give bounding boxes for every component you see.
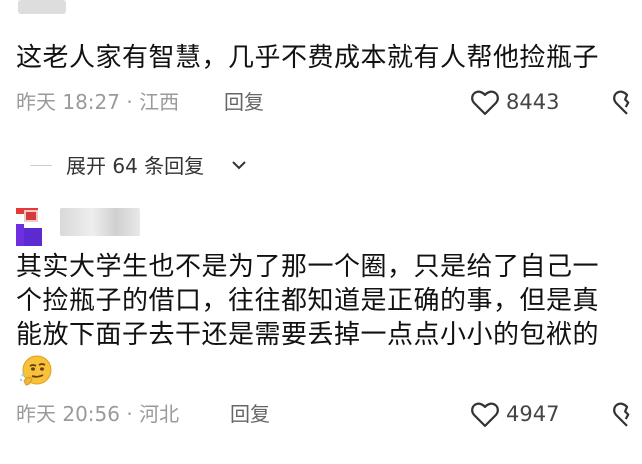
chevron-down-icon[interactable] [230,157,248,171]
dislike-broken-heart-icon[interactable] [612,400,642,428]
reply-button[interactable]: 回复 [224,90,264,114]
like-heart-icon[interactable] [470,88,500,116]
dislike-broken-heart-icon[interactable] [612,88,642,116]
thinking-emoji-icon [18,353,54,389]
reply-button[interactable]: 回复 [230,402,270,426]
comment-meta: 昨天 20:56 · 河北 [16,402,180,426]
like-heart-icon[interactable] [470,400,500,428]
blurred-username [60,208,140,236]
comment-text: 这老人家有智慧，几乎不费成本就有人帮他捡瓶子 [16,43,600,73]
comment-text-line: 个捡瓶子的借口，往往都知道是正确的事，但是真 [16,286,600,316]
comment-text-line: 能放下面子去干还是需要丢掉一点点小小的包袱的 [16,320,600,350]
like-count: 4947 [506,402,560,426]
comment-text-line: 其实大学生也不是为了那一个圈，只是给了自己一 [16,252,600,282]
expand-replies-button[interactable]: 展开 64 条回复 [66,154,204,178]
blurred-username-top [18,0,66,14]
comment-meta: 昨天 18:27 · 江西 [16,90,180,114]
avatar[interactable] [16,206,46,246]
divider-line [30,165,52,166]
like-count: 8443 [506,90,560,114]
